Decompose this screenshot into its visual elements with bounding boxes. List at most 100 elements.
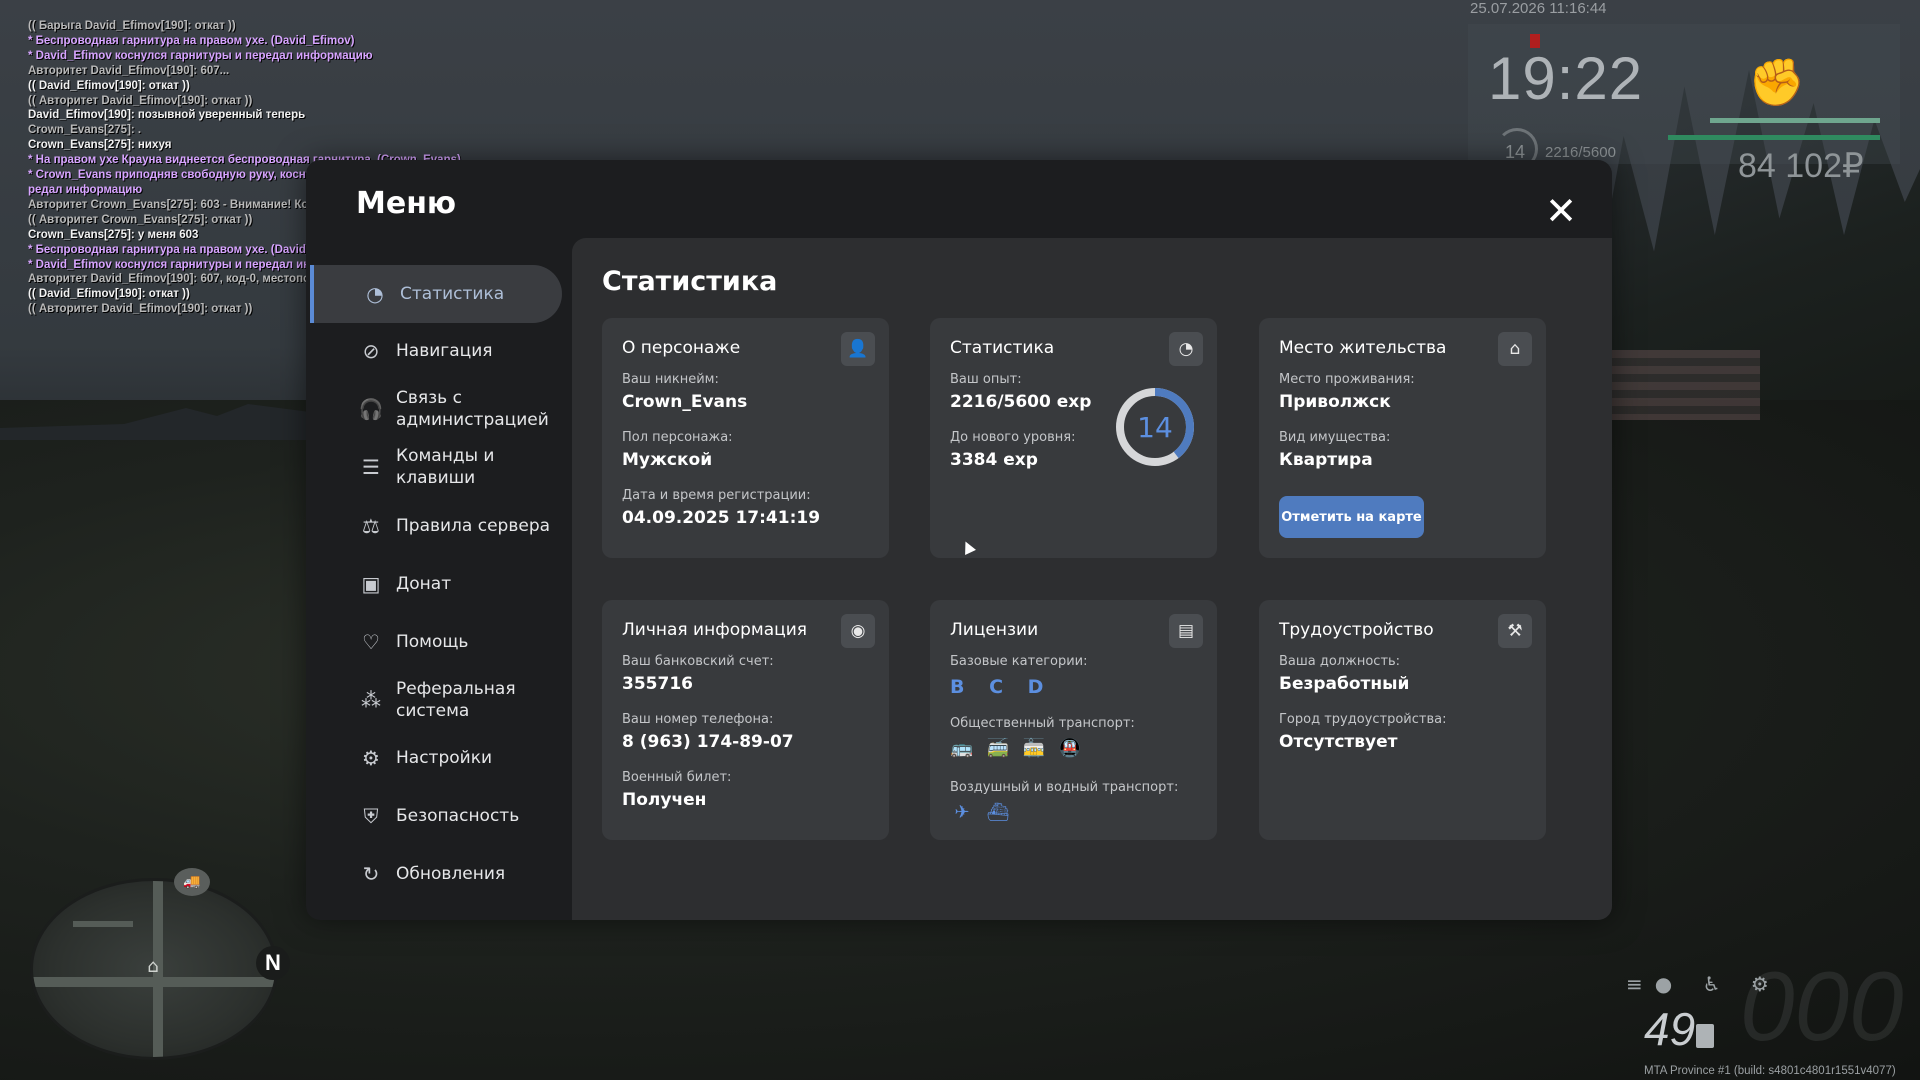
registration-label: Дата и время регистрации:: [622, 488, 811, 503]
list-icon: ☰: [362, 455, 380, 479]
boat-icon: ⛴: [986, 801, 1010, 823]
trolleybus-icon: 🚎: [986, 737, 1010, 759]
gender-value: Мужской: [622, 450, 713, 470]
exp-value: 2216/5600 exp: [950, 392, 1092, 412]
public-transport-icons: 🚌 🚎 🚋 🚇: [950, 736, 1082, 760]
mark-on-map-button[interactable]: Отметить на карте: [1279, 496, 1424, 538]
fuel-icon: [1696, 1024, 1714, 1048]
scales-icon: ⚖: [362, 514, 380, 538]
sidebar-item-updates[interactable]: ↻ Обновления: [310, 845, 562, 903]
fence-background: [1610, 350, 1760, 420]
job-city-value: Отсутствует: [1279, 732, 1398, 752]
public-transport-label: Общественный транспорт:: [950, 716, 1135, 731]
base-categories-label: Базовые категории:: [950, 654, 1088, 669]
health-bar: [1668, 135, 1880, 140]
sidebar-item-settings[interactable]: ⚙ Настройки: [310, 729, 562, 787]
shield-icon: ⛨: [363, 804, 379, 828]
sidebar-item-security[interactable]: ⛨ Безопасность: [310, 787, 562, 845]
sidebar-item-label: Команды и клавиши: [396, 446, 495, 488]
card-title: Место жительства: [1279, 338, 1447, 358]
personal-info-card: Личная информация ◉ Ваш банковский счет:…: [602, 600, 889, 840]
speedometer-ghost-digits: 000: [1740, 951, 1904, 1061]
tram-icon: 🚋: [1022, 737, 1046, 759]
speed-value: 49: [1644, 1003, 1696, 1055]
base-categories-value: B C D: [950, 676, 1053, 698]
north-marker: N: [256, 946, 290, 980]
hud-time: 19:22: [1488, 45, 1644, 112]
truck-icon: 🚚: [174, 868, 210, 896]
phone-label: Ваш номер телефона:: [622, 712, 774, 727]
sidebar-item-statistics[interactable]: ◔ Статистика: [310, 265, 562, 323]
referral-icon: ⁂: [361, 688, 381, 712]
sidebar-item-label: Связь с администрацией: [396, 388, 549, 430]
hud-datetime: 25.07.2026 11:16:44: [1470, 0, 1607, 17]
licenses-card: Лицензии ▤ Базовые категории: B C D Обще…: [930, 600, 1217, 840]
vehicle-status-icons: ≡● ♿ ⚙: [1626, 972, 1781, 996]
registration-value: 04.09.2025 17:41:19: [622, 508, 821, 528]
sidebar-item-label: Правила сервера: [396, 516, 551, 536]
next-level-value: 3384 exp: [950, 450, 1038, 470]
house-icon: ⌂: [1498, 332, 1532, 366]
sidebar-item-navigation[interactable]: ⊘ Навигация: [310, 322, 562, 380]
property-label: Вид имущества:: [1279, 430, 1391, 445]
bank-account-value: 355716: [622, 674, 693, 694]
close-icon[interactable]: ✕: [1544, 192, 1578, 230]
chat-line: Crown_Evans[275]: нихуя: [28, 139, 172, 152]
residence-label: Место проживания:: [1279, 372, 1415, 387]
nickname-value: Crown_Evans: [622, 392, 748, 412]
residence-value: Приволжск: [1279, 392, 1391, 412]
armor-bar: [1710, 118, 1880, 123]
clock-chart-icon: ◔: [366, 282, 384, 306]
user-circle-icon: ◉: [841, 614, 875, 648]
sidebar-item-donate[interactable]: ▣ Донат: [310, 555, 562, 613]
military-value: Получен: [622, 790, 707, 810]
metro-icon: 🚇: [1058, 737, 1082, 759]
chat-line: * David_Efimov коснулся гарнитуры и пере…: [28, 49, 373, 62]
compass-icon: ⊘: [362, 339, 380, 363]
plane-icon: ✈: [954, 801, 970, 823]
chat-line: Crown_Evans[275]: .: [28, 124, 142, 137]
level-value: 14: [1137, 411, 1173, 444]
section-title: Статистика: [602, 266, 778, 297]
sidebar-item-label: Безопасность: [396, 806, 520, 826]
chat-line: (( David_Efimov[190]: откат )): [28, 79, 190, 92]
license-icon: ▤: [1169, 614, 1203, 648]
gender-label: Пол персонажа:: [622, 430, 733, 445]
character-card: О персонаже 👤 Ваш никнейм: Crown_Evans П…: [602, 318, 889, 558]
sidebar-item-label: Реферальная система: [396, 679, 516, 721]
sidebar-item-label: Настройки: [396, 748, 493, 768]
sidebar-item-referral[interactable]: ⁂ Реферальная система: [310, 671, 562, 729]
sidebar-item-label: Статистика: [400, 284, 505, 304]
gear-icon: ⚙: [362, 746, 380, 770]
user-icon: 👤: [841, 332, 875, 366]
minimap-road: [73, 921, 133, 927]
card-title: Трудоустройство: [1279, 620, 1434, 640]
headset-icon: 🎧: [358, 397, 384, 421]
sidebar-item-label: Помощь: [396, 632, 469, 652]
card-title: О персонаже: [622, 338, 741, 358]
chat-line: (( Авторитет David_Efimov[190]: откат )): [28, 94, 253, 107]
menu-title: Меню: [356, 186, 457, 221]
wallet-icon: ▣: [361, 572, 381, 596]
phone-value: 8 (963) 174-89-07: [622, 732, 794, 752]
residence-card: Место жительства ⌂ Место проживания: При…: [1259, 318, 1546, 558]
sidebar-item-label: Навигация: [396, 341, 493, 361]
position-value: Безработный: [1279, 674, 1410, 694]
sidebar-item-commands[interactable]: ☰ Команды и клавиши: [310, 438, 562, 496]
military-label: Военный билет:: [622, 770, 732, 785]
player-arrow-icon: ⌂: [147, 956, 159, 977]
sidebar-item-admin-contact[interactable]: 🎧 Связь с администрацией: [310, 380, 562, 438]
nickname-label: Ваш никнейм:: [622, 372, 719, 387]
refresh-icon: ↻: [362, 862, 380, 886]
bus-icon: 🚌: [950, 737, 974, 759]
job-city-label: Город трудоустройства:: [1279, 712, 1447, 727]
stats-card: Статистика ◔ Ваш опыт: 2216/5600 exp До …: [930, 318, 1217, 558]
clock-chart-icon: ◔: [1169, 332, 1203, 366]
hud-exp: 2216/5600: [1545, 144, 1616, 161]
sidebar-item-label: Донат: [396, 574, 452, 594]
sidebar-item-help[interactable]: ♡ Помощь: [310, 613, 562, 671]
position-label: Ваша должность:: [1279, 654, 1401, 669]
next-level-label: До нового уровня:: [950, 430, 1076, 445]
sidebar-item-rules[interactable]: ⚖ Правила сервера: [310, 497, 562, 555]
property-value: Квартира: [1279, 450, 1373, 470]
